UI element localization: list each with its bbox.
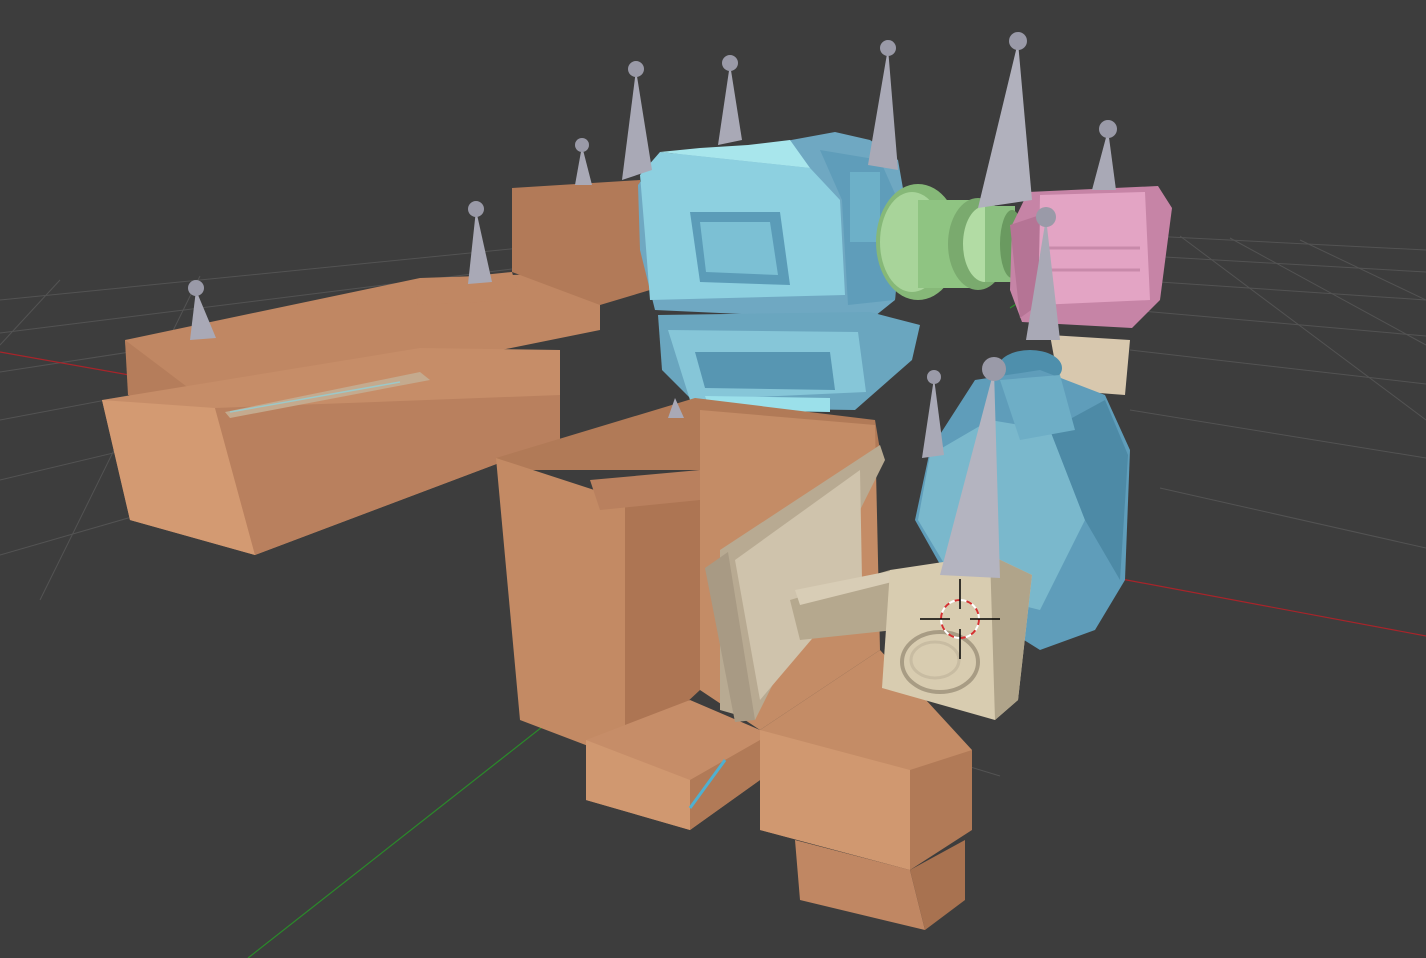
- 3d-viewport[interactable]: [0, 0, 1426, 958]
- head-mesh[interactable]: [638, 132, 920, 412]
- viewport-canvas[interactable]: [0, 0, 1426, 958]
